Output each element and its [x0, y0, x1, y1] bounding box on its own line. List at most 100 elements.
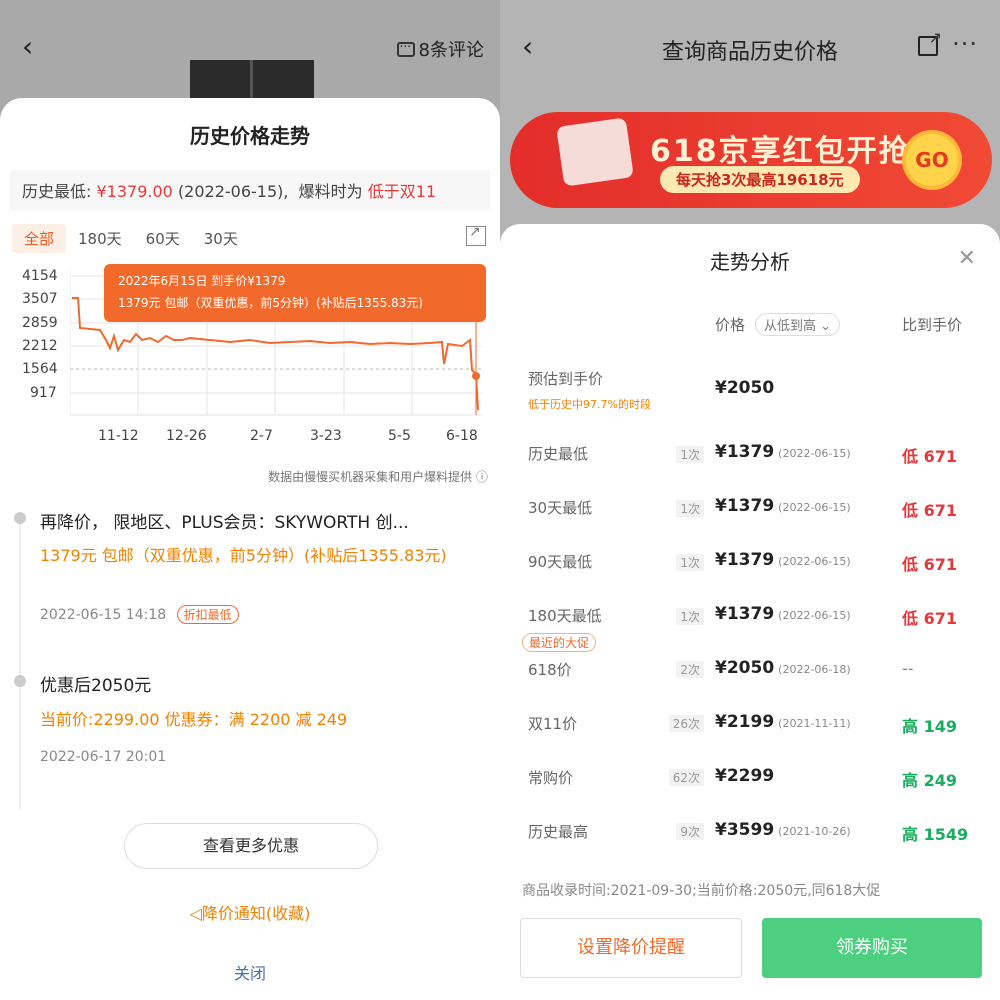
row-diff: 低 671 — [902, 501, 957, 520]
row-date: (2021-10-26) — [778, 825, 851, 838]
tooltip-line2: 1379元 包邮（双重优惠，前5分钟）(补贴后1355.83元) — [118, 296, 423, 310]
timeline-dot — [14, 512, 26, 524]
row-price: ¥1379 — [715, 496, 775, 516]
close-icon[interactable]: ✕ — [958, 246, 976, 271]
tab-all[interactable]: 全部 — [12, 224, 67, 253]
data-source-note: 数据由慢慢买机器采集和用户爆料提供 ⓘ — [268, 468, 488, 485]
right-screen: ‹ 查询商品历史价格 ··· 618京享红包开抢了 每天抢3次最高19618元 … — [500, 0, 1000, 1000]
comments-link[interactable]: 8条评论 — [396, 36, 484, 62]
more-deals-button[interactable]: 查看更多优惠 — [124, 823, 378, 869]
share-icon[interactable] — [918, 28, 942, 56]
row-label: 618价 — [528, 661, 572, 679]
row-label: 双11价 — [528, 715, 578, 733]
promo-banner[interactable]: 618京享红包开抢了 每天抢3次最高19618元 GO — [510, 112, 992, 208]
row-price-wrap: ¥2299 — [715, 766, 778, 786]
lowest-price-bar: 历史最低: ¥1379.00 (2022-06-15), 爆料时为 低于双11 — [10, 170, 490, 210]
more-icon[interactable]: ··· — [952, 30, 978, 58]
gift-box-icon — [556, 117, 634, 187]
chart-tooltip: 2022年6月15日 到手价¥1379 1379元 包邮（双重优惠，前5分钟）(… — [104, 264, 486, 322]
y-tick: 2212 — [22, 338, 58, 354]
banner-title: 618京享红包开抢了 — [650, 134, 943, 169]
row-diff: 低 671 — [902, 609, 957, 628]
sort-dropdown[interactable]: 从低到高 ⌄ — [755, 313, 841, 336]
row-date: (2022-06-18) — [778, 663, 851, 676]
panel-title: 历史价格走势 — [190, 124, 310, 148]
expand-icon[interactable] — [466, 224, 486, 246]
row-count: 1次 — [676, 446, 704, 463]
data-source-text: 数据由慢慢买机器采集和用户爆料提供 — [268, 470, 473, 484]
row-price: ¥2050 — [715, 658, 775, 678]
timeline-line — [19, 520, 21, 810]
tab-180d[interactable]: 180天 — [66, 224, 134, 253]
row-price-wrap: ¥2199 (2021-11-11) — [715, 712, 851, 732]
estimate-label: 预估到手价 — [528, 370, 604, 388]
tab-60d[interactable]: 60天 — [134, 224, 192, 253]
row-count: 1次 — [676, 554, 704, 571]
row-date: (2022-06-15) — [778, 609, 851, 622]
banner-subtitle: 每天抢3次最高19618元 — [660, 166, 860, 193]
row-count: 2次 — [676, 661, 704, 678]
tab-30d[interactable]: 30天 — [192, 224, 250, 253]
row-diff: 高 249 — [902, 771, 957, 790]
row-count: 62次 — [668, 769, 704, 786]
y-tick: 3507 — [22, 291, 58, 307]
row-diff: 高 149 — [902, 717, 957, 736]
range-tabs: 全部 180天 60天 30天 — [12, 224, 250, 253]
go-button[interactable]: GO — [906, 134, 958, 186]
deal-time-row: 2022-06-15 14:18 折扣最低 — [40, 605, 239, 624]
lowest-note-value: 低于双11 — [367, 182, 437, 201]
timeline-dot — [14, 675, 26, 687]
panel-title: 走势分析 — [710, 250, 790, 274]
row-label: 180天最低 — [528, 607, 602, 625]
deal-desc: 1379元 包邮（双重优惠，前5分钟）(补贴后1355.83元) — [40, 546, 447, 565]
row-price-wrap: ¥1379 (2022-06-15) — [715, 496, 851, 516]
back-icon[interactable]: ‹ — [22, 30, 33, 63]
row-price: ¥2199 — [715, 712, 775, 732]
lowest-date: (2022-06-15), — [177, 182, 289, 201]
y-tick: 4154 — [22, 268, 58, 284]
row-label: 历史最低 — [528, 445, 589, 463]
deal-title[interactable]: 再降价， 限地区、PLUS会员：SKYWORTH 创... — [40, 508, 409, 533]
row-price: ¥1379 — [715, 550, 775, 570]
row-label: 90天最低 — [528, 553, 593, 571]
record-info: 商品收录时间:2021-09-30;当前价格:2050元,同618大促 — [522, 883, 881, 899]
y-tick: 917 — [30, 385, 57, 401]
price-alert-link[interactable]: ◁降价通知(收藏) — [0, 900, 500, 924]
deal-title[interactable]: 优惠后2050元 — [40, 671, 151, 696]
x-tick: 6-18 — [446, 428, 478, 444]
claim-coupon-buy-button[interactable]: 领券购买 — [762, 918, 982, 978]
price-alert-label: 降价通知(收藏) — [201, 904, 311, 923]
y-tick: 1564 — [22, 361, 58, 377]
sort-label: 从低到高 — [764, 319, 817, 334]
row-count: 1次 — [676, 500, 704, 517]
row-label: 常购价 — [528, 769, 574, 787]
estimate-sub: 低于历史中97.7%的时段 — [528, 398, 651, 411]
row-date: (2022-06-15) — [778, 501, 851, 514]
left-screen: ‹ 8条评论 历史价格走势 历史最低: ¥1379.00 (2022-06-15… — [0, 0, 500, 1000]
row-count: 1次 — [676, 608, 704, 625]
header-compare: 比到手价 — [902, 316, 963, 334]
row-price: ¥3599 — [715, 820, 775, 840]
row-label: 历史最高 — [528, 823, 589, 841]
row-diff: -- — [902, 659, 914, 678]
deal-desc: 当前价:2299.00 优惠券：满 2200 减 249 — [40, 710, 348, 729]
set-price-alert-button[interactable]: 设置降价提醒 — [520, 918, 742, 978]
row-price-wrap: ¥2050 (2022-06-18) — [715, 658, 851, 678]
row-price-wrap: ¥1379 (2022-06-15) — [715, 550, 851, 570]
row-price-wrap: ¥3599 (2021-10-26) — [715, 820, 851, 840]
x-tick: 2-7 — [250, 428, 273, 444]
row-price-wrap: ¥1379 (2022-06-15) — [715, 442, 851, 462]
recent-promo-tag: 最近的大促 — [522, 633, 597, 652]
chevron-down-icon: ⌄ — [820, 319, 832, 334]
row-date: (2022-06-15) — [778, 555, 851, 568]
help-icon[interactable]: ⓘ — [476, 470, 488, 484]
row-count: 9次 — [676, 823, 704, 840]
lowest-note-prefix: 爆料时为 — [298, 182, 363, 201]
row-price: ¥1379 — [715, 442, 775, 462]
comment-icon — [396, 36, 415, 57]
tooltip-line1: 2022年6月15日 到手价¥1379 — [118, 274, 286, 288]
close-button[interactable]: 关闭 — [0, 960, 500, 984]
deal-tag: 折扣最低 — [176, 605, 239, 624]
row-price-wrap: ¥1379 (2022-06-15) — [715, 604, 851, 624]
row-date: (2021-11-11) — [778, 717, 851, 730]
